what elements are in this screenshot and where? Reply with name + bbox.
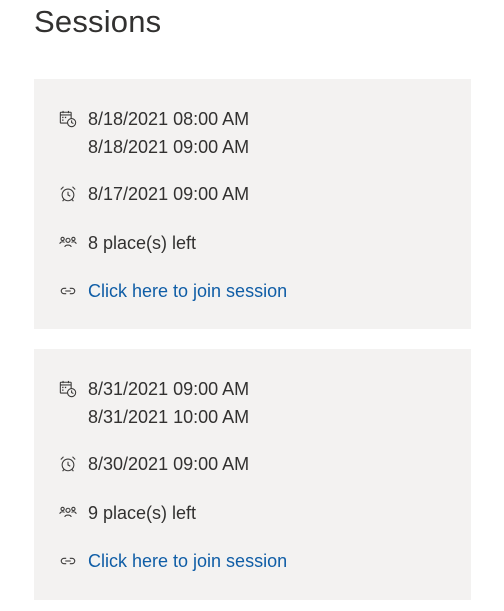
link-icon	[58, 281, 78, 301]
session-start: 8/18/2021 08:00 AM	[88, 109, 250, 129]
session-dates-row: 8/18/2021 08:00 AM 8/18/2021 09:00 AM	[58, 105, 461, 161]
session-places-row: 9 place(s) left	[58, 499, 461, 527]
alarm-clock-icon	[58, 184, 78, 204]
link-icon	[58, 551, 78, 571]
session-places-row: 8 place(s) left	[58, 229, 461, 257]
session-join-row: Click here to join session	[58, 277, 461, 305]
people-icon	[58, 503, 78, 523]
session-join-row: Click here to join session	[58, 547, 461, 575]
alarm-clock-icon	[58, 454, 78, 474]
session-reminder: 8/30/2021 09:00 AM	[88, 454, 250, 474]
session-reminder-row: 8/17/2021 09:00 AM	[58, 180, 461, 208]
session-reminder: 8/17/2021 09:00 AM	[88, 184, 250, 204]
session-reminder-row: 8/30/2021 09:00 AM	[58, 450, 461, 478]
page-title: Sessions	[34, 4, 162, 39]
session-places-left: 9 place(s) left	[88, 503, 197, 523]
session-end: 8/18/2021 09:00 AM	[88, 137, 250, 157]
session-start: 8/31/2021 09:00 AM	[88, 379, 250, 399]
people-icon	[58, 233, 78, 253]
session-card: 8/18/2021 08:00 AM 8/18/2021 09:00 AM 8/…	[34, 79, 471, 329]
join-session-link[interactable]: Click here to join session	[88, 547, 287, 575]
join-session-link[interactable]: Click here to join session	[88, 277, 287, 305]
session-card: 8/31/2021 09:00 AM 8/31/2021 10:00 AM 8/…	[34, 349, 471, 600]
calendar-clock-icon	[58, 379, 78, 399]
session-dates-row: 8/31/2021 09:00 AM 8/31/2021 10:00 AM	[58, 375, 461, 431]
session-places-left: 8 place(s) left	[88, 233, 197, 253]
session-end: 8/31/2021 10:00 AM	[88, 407, 250, 427]
calendar-clock-icon	[58, 109, 78, 129]
